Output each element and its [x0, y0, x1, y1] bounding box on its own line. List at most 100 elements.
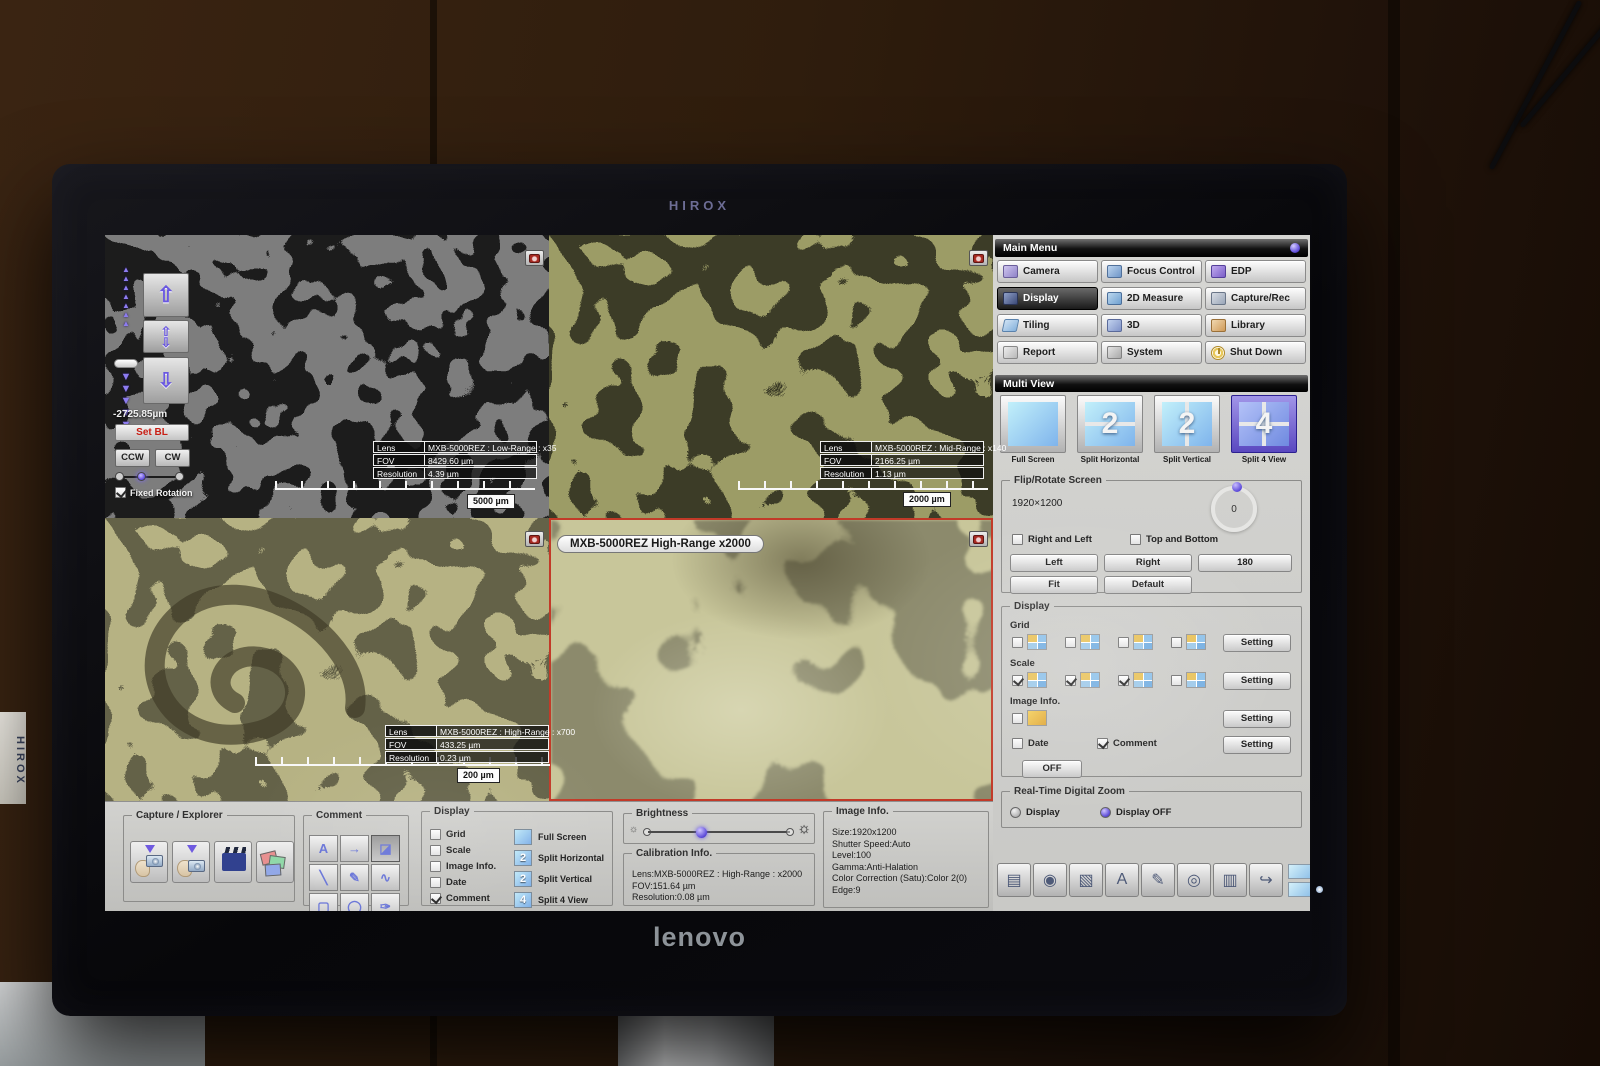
view-split-4[interactable]: 4Split 4 View: [514, 892, 588, 908]
menu-button-system[interactable]: System: [1101, 341, 1202, 364]
menu-button-3d[interactable]: 3D: [1101, 314, 1202, 337]
rotate-right-button[interactable]: Right: [1104, 554, 1192, 572]
hand-capture-icon[interactable]: ✎: [1141, 863, 1175, 897]
scale-setting-button[interactable]: Setting: [1223, 672, 1291, 690]
comment-option[interactable]: Comment: [1097, 738, 1157, 749]
set-bl-button[interactable]: Set BL: [115, 424, 189, 441]
scale-view2-checkbox[interactable]: [1065, 675, 1076, 686]
menu-button-shut-down[interactable]: Shut Down: [1205, 341, 1306, 364]
image-info-checkbox[interactable]: [1012, 713, 1023, 724]
multi-capture-icon[interactable]: ▤: [997, 863, 1031, 897]
capture-still-button[interactable]: [130, 841, 168, 883]
z-up-down-step-button[interactable]: ⇧⇩: [143, 320, 189, 353]
grid-checkbox[interactable]: [430, 829, 441, 840]
date-option[interactable]: Date: [1012, 738, 1049, 749]
split-view-widget[interactable]: [1288, 864, 1310, 897]
menu-button-library[interactable]: Library: [1205, 314, 1306, 337]
view-split-4[interactable]: 4Split 4 View: [1228, 395, 1300, 464]
flip-right-left-option[interactable]: Right and Left: [1012, 534, 1092, 545]
rotation-slider-knob[interactable]: [137, 472, 146, 481]
menu-button-capture-rec[interactable]: Capture/Rec: [1205, 287, 1306, 310]
z-down-fast-button[interactable]: ⇩: [143, 357, 189, 404]
record-movie-button[interactable]: [214, 841, 252, 883]
date-checkbox[interactable]: [430, 877, 441, 888]
fixed-rotation-checkbox[interactable]: [115, 487, 126, 498]
brightness-track[interactable]: [648, 831, 790, 833]
lens-icon[interactable]: ◎: [1177, 863, 1211, 897]
capture-camera-icon[interactable]: [969, 250, 988, 266]
z-slider-knob[interactable]: [114, 359, 138, 368]
menu-button-report[interactable]: Report: [997, 341, 1098, 364]
export-icon[interactable]: ↪: [1249, 863, 1283, 897]
digital-zoom-display-option[interactable]: Display: [1010, 807, 1060, 818]
comment-checkbox[interactable]: [1097, 738, 1108, 749]
digital-zoom-off-option[interactable]: Display OFF: [1100, 807, 1171, 818]
rotate-180-button[interactable]: 180: [1198, 554, 1292, 572]
menu-button-2d-measure[interactable]: 2D Measure: [1101, 287, 1202, 310]
freehand-tool-icon[interactable]: ∿: [371, 864, 400, 891]
comment-option[interactable]: Comment: [430, 893, 490, 904]
scale-view4-checkbox[interactable]: [1171, 675, 1182, 686]
grid-setting-button[interactable]: Setting: [1223, 634, 1291, 652]
date-option[interactable]: Date: [430, 877, 467, 888]
z-up-fast-button[interactable]: ⇧: [143, 273, 189, 317]
scale-view1-checkbox[interactable]: [1012, 675, 1023, 686]
grid-view2-checkbox[interactable]: [1065, 637, 1076, 648]
date-checkbox[interactable]: [1012, 738, 1023, 749]
menu-button-edp[interactable]: EDP: [1205, 260, 1306, 283]
fixed-rotation-option[interactable]: Fixed Rotation: [115, 487, 193, 498]
view-split-vertical[interactable]: 2Split Vertical: [1151, 395, 1223, 464]
rotation-dial[interactable]: 0: [1211, 486, 1257, 532]
capture-camera-icon[interactable]: [525, 250, 544, 266]
grid-view3-checkbox[interactable]: [1118, 637, 1129, 648]
scale-checkbox[interactable]: [430, 845, 441, 856]
text-tool-icon[interactable]: A: [309, 835, 338, 862]
flip-right-left-checkbox[interactable]: [1012, 534, 1023, 545]
grid-option[interactable]: Grid: [430, 829, 466, 840]
view-split-vertical[interactable]: 2Split Vertical: [514, 871, 592, 887]
grid-view4-checkbox[interactable]: [1171, 637, 1182, 648]
menu-button-tiling[interactable]: Tiling: [997, 314, 1098, 337]
viewport-high-range-2000-selected[interactable]: [549, 518, 993, 801]
fit-button[interactable]: Fit: [1010, 576, 1098, 594]
lamp-icon[interactable]: ◉: [1033, 863, 1067, 897]
stamp-tool-icon[interactable]: ✑: [371, 893, 400, 911]
view-split-horizontal[interactable]: 2Split Horizontal: [514, 850, 604, 866]
view-full-screen[interactable]: Full Screen: [997, 395, 1069, 464]
capture-camera-icon[interactable]: [525, 531, 544, 547]
grid-view1-checkbox[interactable]: [1012, 637, 1023, 648]
rotation-slider-track[interactable]: [119, 476, 183, 478]
printer-icon[interactable]: ▥: [1213, 863, 1247, 897]
arrow-tool-icon[interactable]: →: [340, 835, 369, 862]
help-orb-icon[interactable]: [1290, 243, 1300, 253]
rect-tool-icon[interactable]: ▢: [309, 893, 338, 911]
overlay-off-button[interactable]: OFF: [1022, 760, 1082, 778]
scale-view3-checkbox[interactable]: [1118, 675, 1129, 686]
capture-camera-icon[interactable]: [969, 531, 988, 547]
capture-save-button[interactable]: [172, 841, 210, 883]
display-off-radio[interactable]: [1100, 807, 1111, 818]
menu-button-camera[interactable]: Camera: [997, 260, 1098, 283]
pen-tool-icon[interactable]: ✎: [340, 864, 369, 891]
album-icon[interactable]: ▧: [1069, 863, 1103, 897]
rotation-slider-stop[interactable]: [115, 472, 124, 481]
annotate-icon[interactable]: A: [1105, 863, 1139, 897]
menu-button-display[interactable]: Display: [997, 287, 1098, 310]
z-step-down-strip[interactable]: ▼ ▼ ▼ ▼ ▼: [117, 371, 135, 431]
circle-tool-icon[interactable]: ◯: [340, 893, 369, 911]
rotation-dial-knob[interactable]: [1232, 482, 1242, 492]
default-button[interactable]: Default: [1104, 576, 1192, 594]
menu-button-focus-control[interactable]: Focus Control: [1101, 260, 1202, 283]
rotate-ccw-button[interactable]: CCW: [115, 449, 150, 467]
note-tool-icon[interactable]: ◪: [371, 835, 400, 862]
view-split-horizontal[interactable]: 2Split Horizontal: [1074, 395, 1146, 464]
image-info-setting-button[interactable]: Setting: [1223, 710, 1291, 728]
scale-option[interactable]: Scale: [430, 845, 471, 856]
view-full-screen[interactable]: Full Screen: [514, 829, 587, 845]
image-info-option[interactable]: Image Info.: [430, 861, 496, 872]
rotate-cw-button[interactable]: CW: [155, 449, 190, 467]
brightness-knob[interactable]: [696, 827, 707, 838]
flip-top-bottom-checkbox[interactable]: [1130, 534, 1141, 545]
comment-setting-button[interactable]: Setting: [1223, 736, 1291, 754]
line-tool-icon[interactable]: ╲: [309, 864, 338, 891]
